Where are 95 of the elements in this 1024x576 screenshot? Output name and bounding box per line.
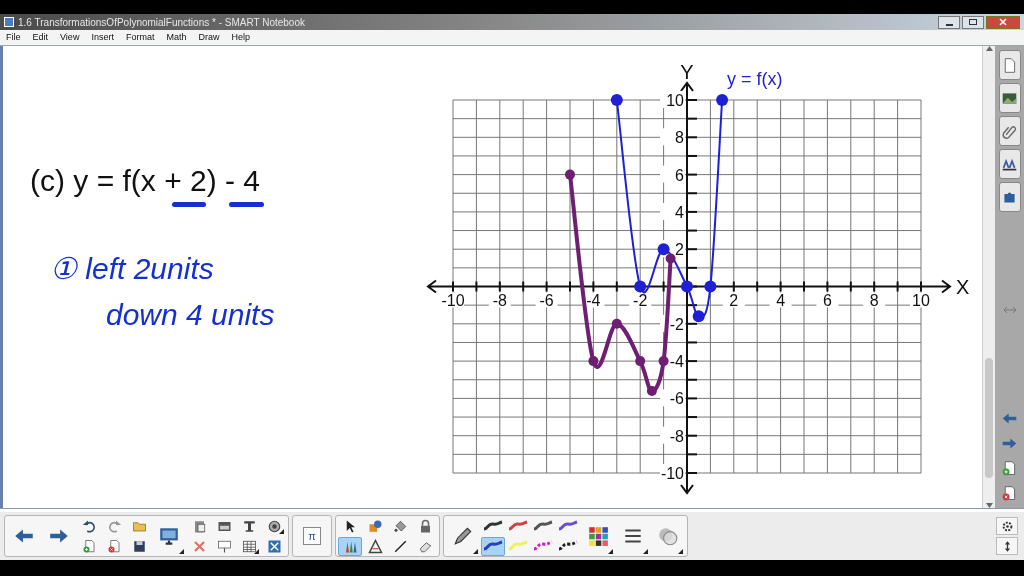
pens-button[interactable] xyxy=(338,536,362,556)
point xyxy=(635,356,646,367)
point xyxy=(716,94,729,106)
menu-item[interactable]: Help xyxy=(231,30,250,45)
menu-item[interactable]: File xyxy=(6,30,21,45)
menu-item[interactable]: View xyxy=(60,30,80,45)
window-title: 1.6 TransformationsOfPolynomialFunctions * - SMART Notebook xyxy=(18,15,305,30)
point xyxy=(681,280,693,293)
color-palette-icon xyxy=(587,525,609,547)
tick-label: -10 xyxy=(441,291,465,309)
point xyxy=(657,243,670,256)
axis-label: X xyxy=(956,275,970,298)
tick-label: 2 xyxy=(675,241,684,259)
overlapping-circles-icon xyxy=(657,525,679,547)
menu-item[interactable]: Insert xyxy=(91,30,114,45)
equation-text: (c) y = f(x + 2) - 4 xyxy=(30,166,261,196)
tick-label: 2 xyxy=(729,291,739,309)
undo-icon xyxy=(81,518,97,534)
maximize-button[interactable] xyxy=(962,15,984,29)
dropdown-corner-icon xyxy=(279,528,284,534)
line-icon xyxy=(392,538,408,554)
tick-label: 6 xyxy=(822,291,832,309)
delete-icon xyxy=(191,538,207,554)
math-tools-button[interactable]: π xyxy=(295,516,329,556)
projector-screen-icon xyxy=(216,538,232,554)
camera-icon xyxy=(266,518,282,534)
handwritten-note: down 4 units xyxy=(106,297,275,333)
tick-label: 4 xyxy=(675,203,684,221)
dropdown-corner-icon xyxy=(473,549,478,554)
settings-button[interactable] xyxy=(996,517,1018,535)
point xyxy=(611,318,622,329)
tick-label: 10 xyxy=(912,291,930,309)
tick-label: 8 xyxy=(869,291,879,309)
tick-label: -2 xyxy=(669,315,684,333)
tick-label: -10 xyxy=(660,465,684,482)
point xyxy=(658,356,669,367)
settings-icon xyxy=(1000,519,1014,533)
dropdown-corner-icon xyxy=(179,549,184,554)
add-page-icon xyxy=(1001,459,1018,477)
point xyxy=(634,280,647,293)
underline-mark xyxy=(172,202,206,207)
paint-bucket-icon xyxy=(392,518,408,534)
tick-label: 10 xyxy=(666,92,684,109)
redo-icon xyxy=(106,518,122,534)
table-icon xyxy=(241,538,257,554)
tick-label: 4 xyxy=(776,291,786,309)
menu-item[interactable]: Math xyxy=(166,30,187,45)
tick-label: -8 xyxy=(669,427,684,445)
delete-page-icon xyxy=(1001,484,1018,502)
app-icon xyxy=(4,17,14,27)
tick-label: -4 xyxy=(586,291,601,309)
dropdown-corner-icon xyxy=(678,549,683,554)
triangle-icon xyxy=(367,538,383,554)
underline-mark xyxy=(229,202,264,207)
point xyxy=(665,253,676,264)
menu-item[interactable]: Format xyxy=(125,30,155,45)
dropdown-corner-icon xyxy=(254,548,259,554)
side-tab[interactable] xyxy=(998,149,1021,179)
delete-page-icon xyxy=(106,538,122,554)
dropdown-corner-icon xyxy=(608,549,613,554)
side-tab[interactable] xyxy=(998,182,1021,212)
axis-label: Y xyxy=(680,61,694,83)
scrollbar[interactable] xyxy=(982,46,995,508)
add-page-icon xyxy=(81,538,97,554)
toolbox-icon xyxy=(266,538,282,554)
text-tool-icon xyxy=(241,518,257,534)
scrollbar-thumb[interactable] xyxy=(985,358,993,478)
side-tab[interactable] xyxy=(998,50,1021,80)
move-toolbar-button[interactable] xyxy=(996,537,1018,555)
side-tab[interactable] xyxy=(998,116,1021,146)
point xyxy=(565,169,575,180)
point xyxy=(588,356,599,367)
point xyxy=(646,385,657,396)
shapes-icon xyxy=(367,518,383,534)
handwritten-note: ① left 2units xyxy=(50,251,214,287)
menu-item[interactable]: Draw xyxy=(198,30,220,45)
tick-label: -4 xyxy=(669,353,684,371)
dropdown-corner-icon xyxy=(643,549,648,554)
pencil-icon xyxy=(452,525,474,547)
side-tab[interactable] xyxy=(998,83,1021,113)
tick-label: -6 xyxy=(669,390,684,408)
curve-label: y = f(x) xyxy=(727,69,783,89)
tick-label: -8 xyxy=(492,291,507,309)
point xyxy=(704,280,717,293)
point xyxy=(692,310,705,323)
tick-label: 8 xyxy=(675,129,684,147)
tick-label: -2 xyxy=(633,291,648,309)
close-button[interactable] xyxy=(986,15,1020,29)
monitor-icon xyxy=(158,525,180,547)
tick-label: -6 xyxy=(539,291,554,309)
close-icon xyxy=(999,18,1007,26)
minimize-button[interactable] xyxy=(938,15,960,29)
tick-label: 6 xyxy=(675,166,684,184)
point xyxy=(610,94,623,106)
menu-item[interactable]: Edit xyxy=(32,30,49,45)
